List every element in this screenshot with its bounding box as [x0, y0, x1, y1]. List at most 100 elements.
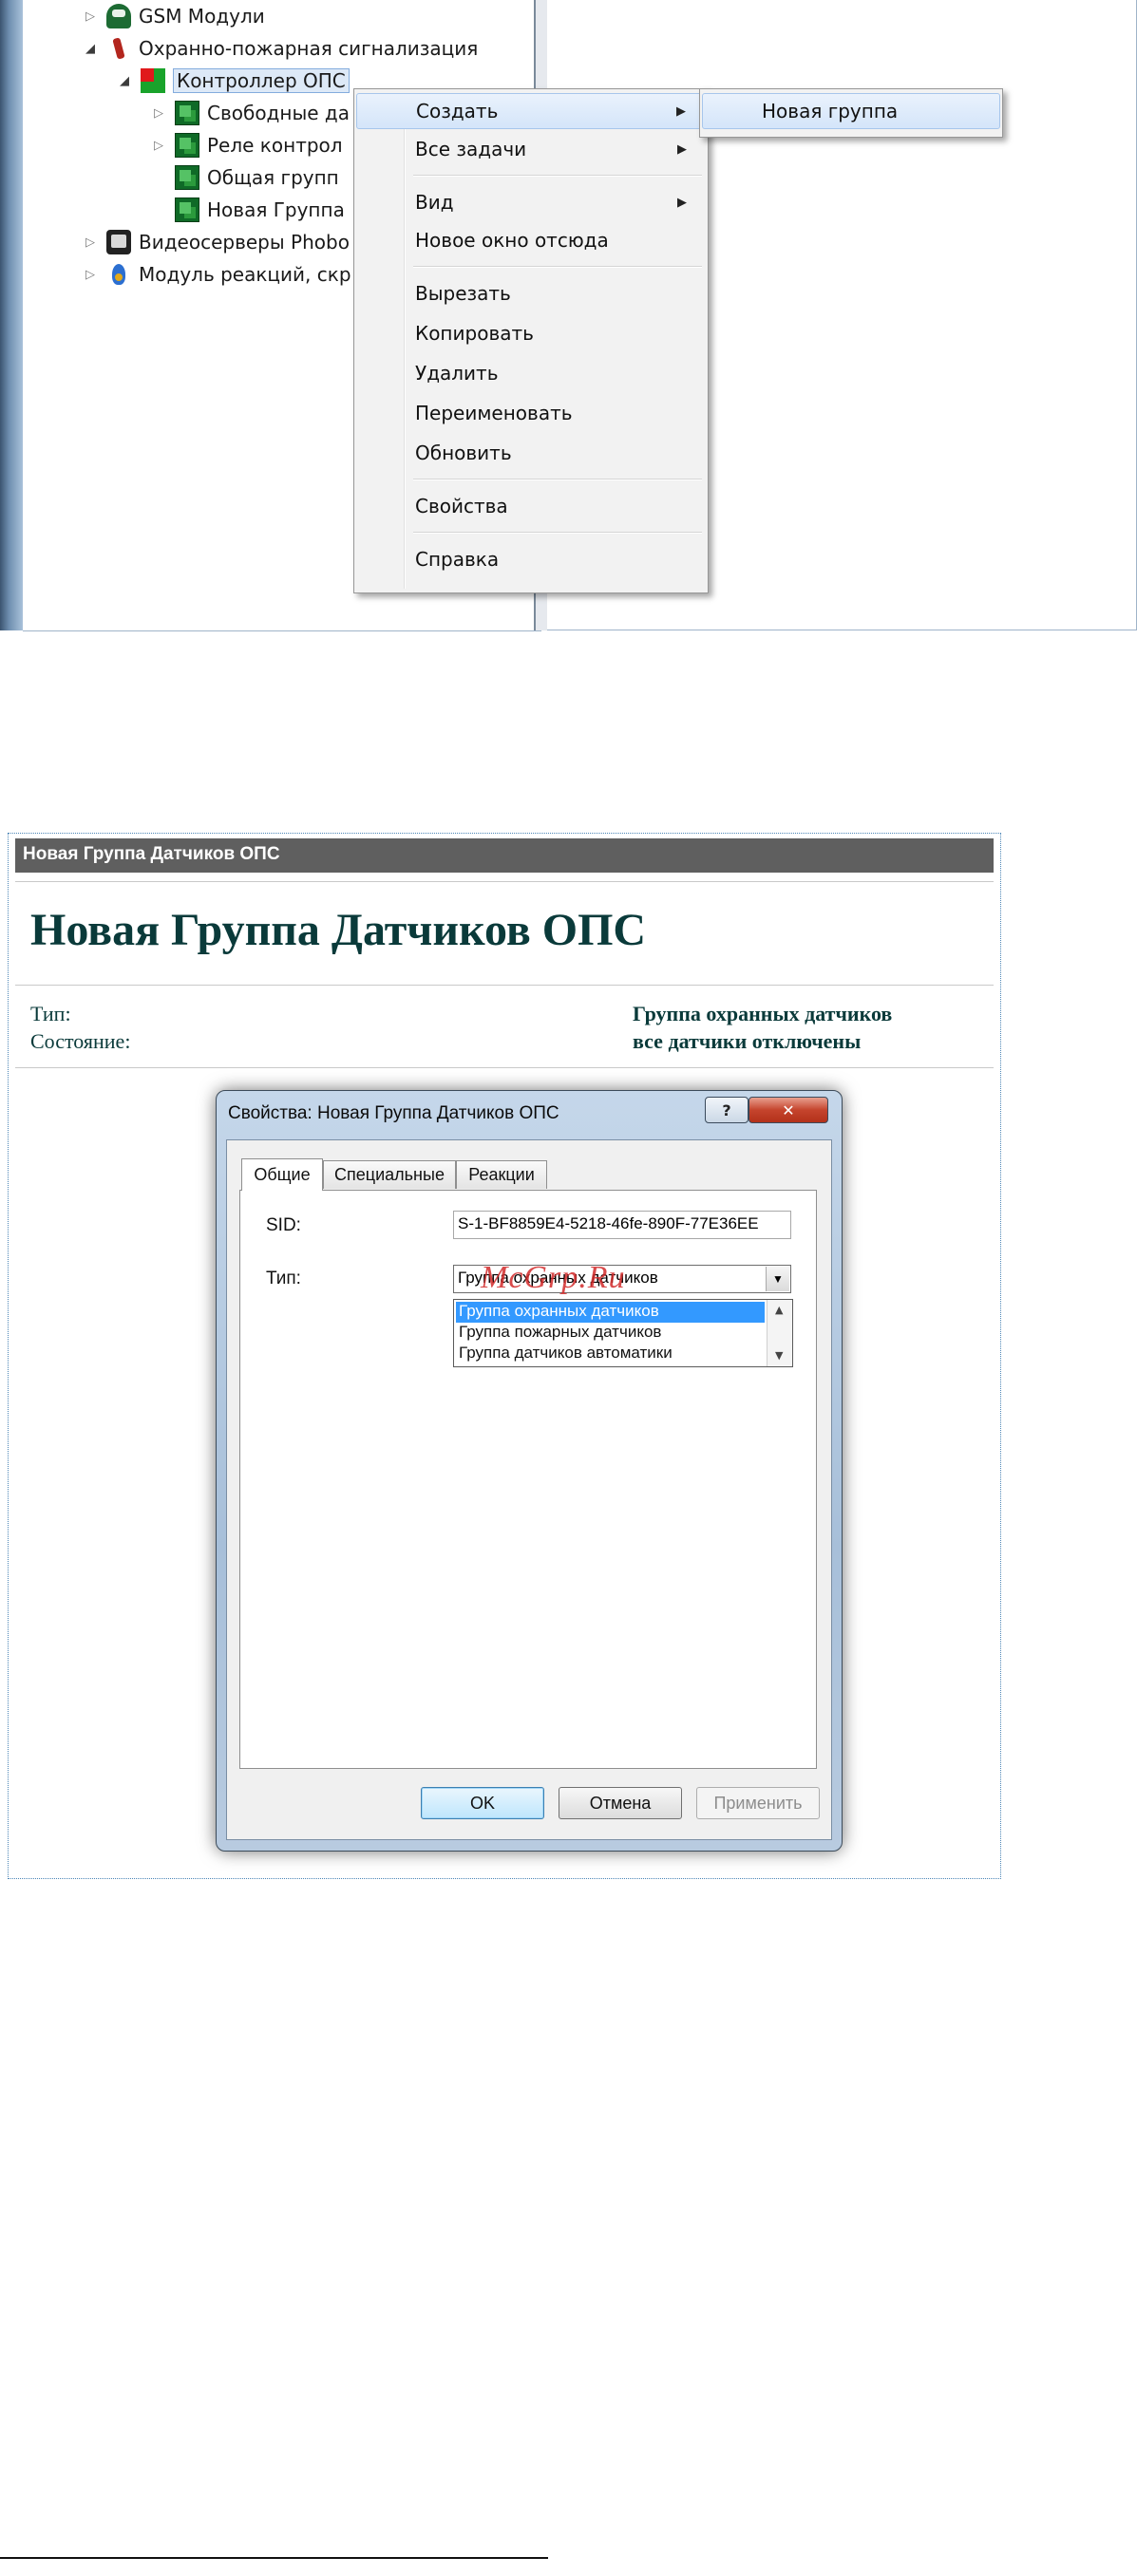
dialog-title: Свойства: Новая Группа Датчиков ОПС: [228, 1103, 559, 1123]
submenu-arrow-icon: ▶: [677, 141, 687, 157]
tree-node-label: Видеосерверы Phobo: [139, 231, 350, 254]
apply-button[interactable]: Применить: [696, 1787, 820, 1819]
menu-item-properties[interactable]: Свойства: [356, 488, 706, 524]
menu-separator: [413, 479, 702, 480]
help-button[interactable]: ?: [705, 1097, 749, 1123]
dropdown-option[interactable]: Группа датчиков автоматики: [456, 1344, 673, 1364]
submenu-item-label: Новая группа: [762, 100, 899, 122]
tree-node-new-group[interactable]: Новая Группа: [175, 194, 345, 226]
dropdown-option[interactable]: Группа охранных датчиков: [456, 1302, 765, 1323]
tree-node-common-group[interactable]: Общая групп: [175, 161, 339, 194]
tab-special[interactable]: Специальные: [323, 1160, 456, 1189]
menu-item-label: Свойства: [415, 495, 508, 517]
sensor-group-icon: [175, 133, 199, 158]
tree-node-reaction-module[interactable]: ▷ Модуль реакций, скр: [84, 258, 351, 291]
tree-node-label: Свободные да: [207, 102, 350, 124]
gsm-module-icon: [106, 4, 131, 28]
menu-item-create[interactable]: Создать ▶: [356, 93, 706, 129]
divider: [15, 1067, 994, 1068]
tree-node-gsm[interactable]: ▷ GSM Модули: [84, 0, 265, 32]
tree-node-label: Реле контрол: [207, 134, 343, 157]
menu-item-label: Новое окно отсюда: [415, 229, 609, 252]
menu-item-all-tasks[interactable]: Все задачи ▶: [356, 131, 706, 167]
divider: [15, 985, 994, 986]
menu-item-label: Вид: [415, 191, 454, 214]
create-submenu: Новая группа: [699, 88, 1003, 138]
ok-button[interactable]: OK: [421, 1787, 544, 1819]
state-value: все датчики отключены: [633, 1029, 862, 1053]
sensor-group-icon: [175, 165, 199, 190]
menu-separator: [413, 266, 702, 268]
menu-item-label: Создать: [416, 100, 499, 122]
close-icon: ✕: [782, 1100, 795, 1119]
scroll-up-icon[interactable]: ▲: [775, 1304, 783, 1316]
context-menu: Создать ▶ Все задачи ▶ Вид ▶ Новое окно …: [353, 88, 709, 593]
menu-item-rename[interactable]: Переименовать: [356, 395, 706, 431]
scroll-down-icon[interactable]: ▼: [775, 1349, 783, 1362]
menu-item-view[interactable]: Вид ▶: [356, 184, 706, 220]
menu-separator: [413, 532, 702, 534]
reaction-module-icon: [106, 262, 131, 287]
menu-item-label: Вырезать: [415, 282, 511, 305]
menu-item-new-window[interactable]: Новое окно отсюда: [356, 222, 706, 258]
state-label: Состояние:: [30, 1029, 131, 1053]
sensor-group-icon: [175, 101, 199, 125]
expand-arrow-icon[interactable]: ▷: [84, 268, 97, 282]
tree-node-free-sensors[interactable]: ▷ Свободные да: [152, 97, 350, 129]
chevron-down-icon[interactable]: ▼: [766, 1267, 789, 1291]
menu-item-help[interactable]: Справка: [356, 541, 706, 577]
tree-node-relay[interactable]: ▷ Реле контрол: [152, 129, 343, 161]
menu-item-label: Обновить: [415, 442, 512, 464]
submenu-arrow-icon: ▶: [676, 103, 686, 119]
menu-item-copy[interactable]: Копировать: [356, 315, 706, 351]
page-title: Новая Группа Датчиков ОПС: [30, 905, 647, 955]
menu-separator: [413, 175, 702, 177]
sensor-group-icon: [175, 197, 199, 222]
expand-arrow-icon[interactable]: ▷: [152, 139, 165, 153]
expand-arrow-icon[interactable]: ▷: [84, 235, 97, 250]
tree-node-label: Охранно-пожарная сигнализация: [139, 37, 479, 60]
type-label: Тип:: [30, 1002, 71, 1025]
menu-item-delete[interactable]: Удалить: [356, 355, 706, 391]
menu-item-label: Удалить: [415, 362, 499, 385]
tree-node-label: GSM Модули: [139, 5, 265, 28]
tree-node-label: Новая Группа: [207, 198, 345, 221]
menu-item-label: Все задачи: [415, 138, 527, 160]
tab-reactions[interactable]: Реакции: [456, 1160, 547, 1189]
video-server-icon: [106, 230, 131, 254]
dropdown-scrollbar[interactable]: ▲ ▼: [767, 1300, 792, 1366]
mmc-console-window: ▷ GSM Модули ◢ Охранно-пожарная сигнализ…: [0, 0, 1137, 631]
menu-item-label: Переименовать: [415, 402, 573, 424]
collapse-arrow-icon[interactable]: ◢: [84, 42, 97, 56]
cancel-button[interactable]: Отмена: [559, 1787, 682, 1819]
tab-general[interactable]: Общие: [241, 1158, 323, 1191]
document-titlebar-text: Новая Группа Датчиков ОПС: [23, 844, 280, 864]
submenu-item-new-group[interactable]: Новая группа: [702, 93, 1000, 129]
tree-node-fire-alarm[interactable]: ◢ Охранно-пожарная сигнализация: [84, 32, 478, 65]
tree-node-controller[interactable]: ◢ Контроллер ОПС: [118, 65, 350, 97]
expand-arrow-icon[interactable]: ▷: [84, 9, 97, 24]
watermark: McGrp.Ru: [481, 1260, 626, 1295]
sid-field[interactable]: S-1-BF8859E4-5218-46fe-890F-77E36EE: [453, 1211, 791, 1239]
type-value: Группа охранных датчиков: [633, 1002, 893, 1025]
collapse-arrow-icon[interactable]: ◢: [118, 74, 131, 88]
menu-item-cut[interactable]: Вырезать: [356, 275, 706, 311]
tree-node-label: Модуль реакций, скр: [139, 263, 351, 286]
close-button[interactable]: ✕: [749, 1097, 828, 1123]
tree-node-label: Контроллер ОПС: [173, 68, 350, 93]
tree-node-label: Общая групп: [207, 166, 339, 189]
window-left-border: [0, 0, 23, 630]
tree-node-video-servers[interactable]: ▷ Видеосерверы Phobo: [84, 226, 350, 258]
fire-alarm-icon: [106, 36, 131, 61]
type-field-label: Тип:: [266, 1269, 301, 1288]
menu-item-label: Копировать: [415, 322, 534, 345]
help-icon: ?: [722, 1100, 731, 1119]
type-dropdown-list: Группа охранных датчиков Группа пожарных…: [453, 1299, 793, 1367]
menu-item-refresh[interactable]: Обновить: [356, 435, 706, 471]
menu-item-label: Справка: [415, 548, 500, 571]
dropdown-option[interactable]: Группа пожарных датчиков: [456, 1323, 661, 1344]
divider: [15, 881, 994, 882]
sid-label: SID:: [266, 1215, 301, 1235]
submenu-arrow-icon: ▶: [677, 195, 687, 210]
expand-arrow-icon[interactable]: ▷: [152, 106, 165, 121]
